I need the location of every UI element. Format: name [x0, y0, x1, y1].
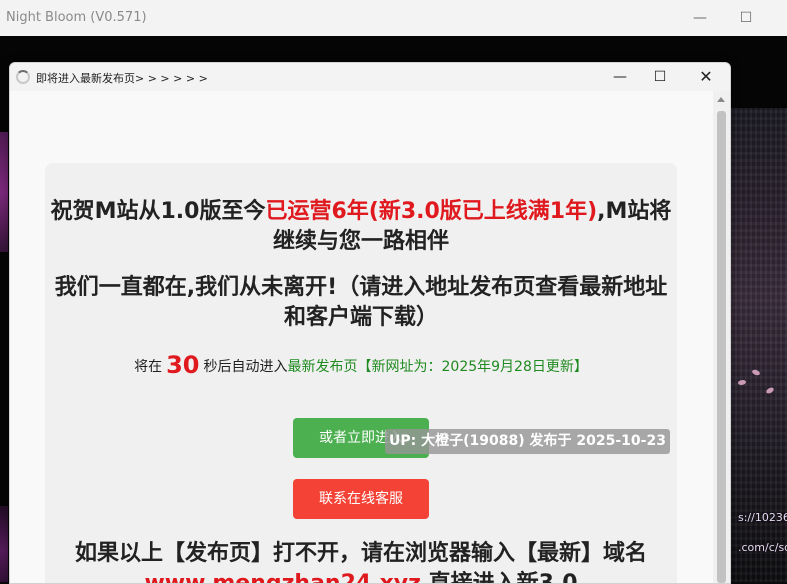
countdown-middle: 秒后自动进入: [203, 359, 288, 375]
anniversary-headline: 祝贺M站从1.0版至今已运营6年(新3.0版已上线满1年),M站将继续与您一路相…: [45, 197, 677, 257]
countdown-prefix: 将在: [134, 359, 163, 375]
dialog-minimize-button[interactable]: —: [606, 65, 634, 89]
scrollbar-thumb[interactable]: [717, 111, 726, 583]
fallback-domain: www.mengzhan24.xyz: [144, 571, 421, 584]
release-page-link[interactable]: 最新发布页: [288, 359, 358, 375]
headline-text: 祝贺M站从1.0版至今: [50, 199, 266, 224]
petal-icon: [738, 380, 746, 385]
contact-support-button[interactable]: 联系在线客服: [293, 479, 429, 519]
app-title: Night Bloom (V0.571): [6, 10, 147, 25]
dialog-maximize-button[interactable]: ☐: [646, 65, 674, 89]
background-url-text: s://10236190: [738, 511, 787, 524]
dialog-title: 即将进入最新发布页> > > > > >: [36, 72, 208, 85]
petal-icon: [765, 386, 775, 395]
app-minimize-button[interactable]: —: [687, 6, 713, 30]
announcement-card: 祝贺M站从1.0版至今已运营6年(新3.0版已上线满1年),M站将继续与您一路相…: [45, 163, 677, 584]
fallback-instructions: 如果以上【发布页】打不开，请在浏览器输入【最新】域名 www.mengzhan2…: [45, 539, 677, 584]
fallback-text-end: 直接进入新3.0: [428, 571, 578, 584]
background-glow-left-lower: [0, 506, 8, 582]
headline-highlight: 已运营6年(新3.0版已上线满1年): [265, 199, 598, 224]
app-maximize-button[interactable]: ☐: [733, 6, 759, 30]
vertical-scrollbar[interactable]: [713, 91, 730, 583]
countdown-seconds: 30: [166, 351, 200, 379]
notice-headline: 我们一直都在,我们从未离开!（请进入地址发布页查看最新地址和客户端下载）: [54, 275, 668, 330]
petal-icon: [751, 368, 761, 377]
loading-spinner-icon: [16, 70, 30, 84]
scroll-up-arrow-icon[interactable]: [717, 97, 725, 102]
fallback-text: 如果以上【发布页】打不开，请在浏览器输入【最新】域名: [74, 541, 647, 566]
update-note: 【新网址为：2025年9月28日更新】: [357, 359, 588, 375]
dialog-close-button[interactable]: ✕: [692, 65, 720, 89]
dialog-titlebar: 即将进入最新发布页> > > > > > — ☐ ✕: [10, 63, 730, 91]
app-titlebar: Night Bloom (V0.571) — ☐: [0, 0, 787, 37]
background-url-text: .com/c/sd: [738, 541, 787, 554]
redirect-dialog: 即将进入最新发布页> > > > > > — ☐ ✕ 祝贺M站从1.0版至今已运…: [9, 62, 731, 584]
background-glow-left: [0, 132, 8, 252]
countdown-line: 将在 30 秒后自动进入最新发布页【新网址为：2025年9月28日更新】: [45, 351, 677, 379]
uploader-watermark: UP: 大橙子(19088) 发布于 2025-10-23: [385, 429, 670, 454]
